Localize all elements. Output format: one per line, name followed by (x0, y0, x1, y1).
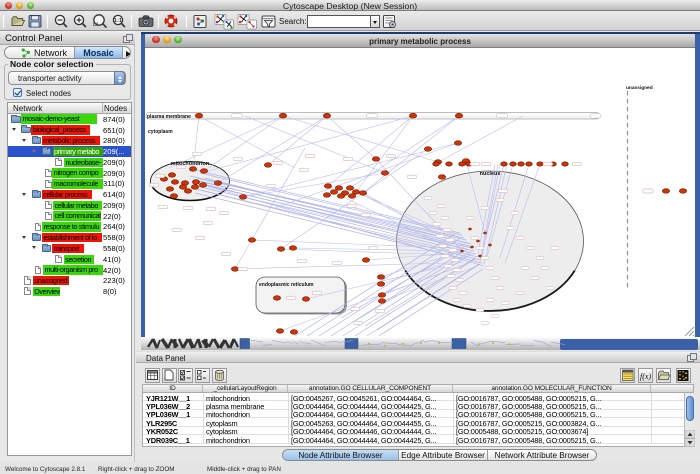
svg-text:cytoplasm: cytoplasm (148, 129, 173, 135)
svg-text:f(x): f(x) (640, 372, 651, 381)
svg-text:mitochondrion: mitochondrion (171, 161, 210, 167)
svg-text:plasma membrane: plasma membrane (147, 114, 191, 120)
svg-text:endoplasmic reticulum: endoplasmic reticulum (259, 282, 314, 288)
svg-text:1:1: 1:1 (114, 18, 122, 24)
svg-text:nucleus: nucleus (480, 171, 501, 177)
svg-text:unassigned: unassigned (626, 85, 653, 91)
